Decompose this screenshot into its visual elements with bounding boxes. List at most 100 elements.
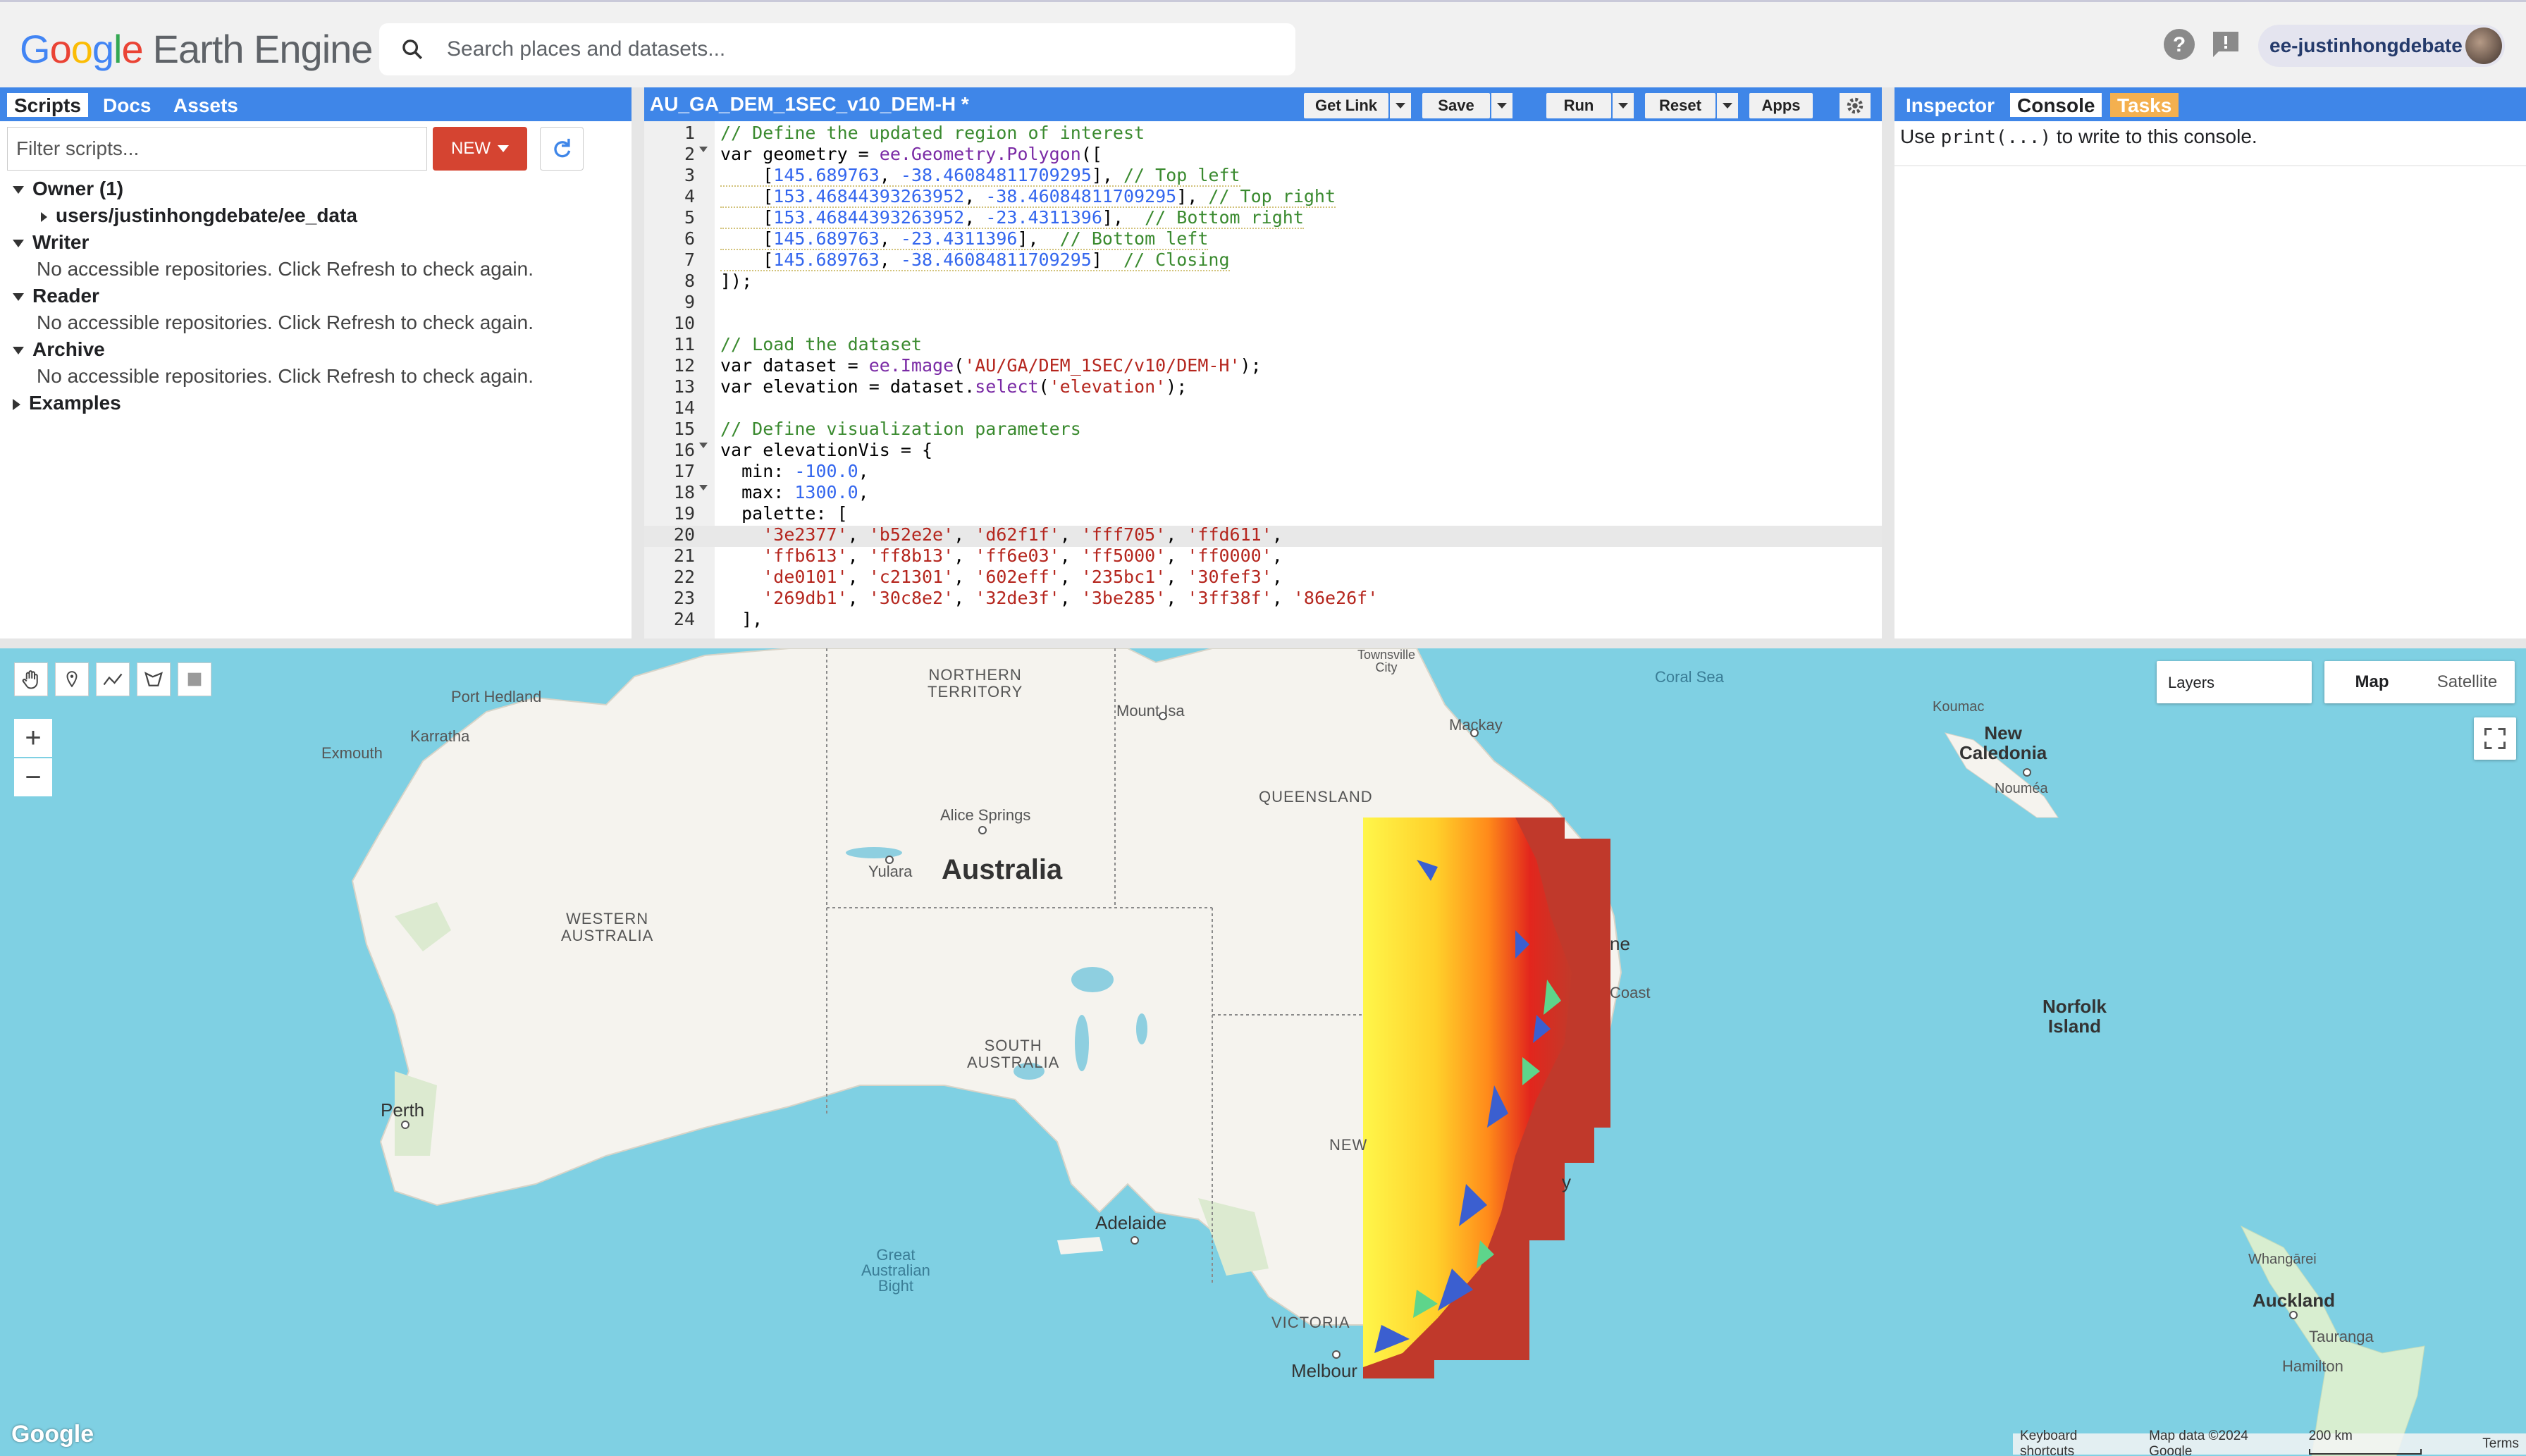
map-label-townsville: Townsville City xyxy=(1357,648,1416,674)
map-label-queensland: QUEENSLAND xyxy=(1259,788,1373,806)
settings-gear-button[interactable] xyxy=(1840,93,1871,118)
line-number: 23 xyxy=(673,588,695,608)
tree-owner[interactable]: Owner (1) xyxy=(13,178,123,200)
tree-repo-ee-data[interactable]: users/justinhongdebate/ee_data xyxy=(41,204,357,227)
tree-archive[interactable]: Archive xyxy=(13,338,105,361)
line-number: 6 xyxy=(684,228,695,249)
help-icon[interactable]: ? xyxy=(2162,27,2196,61)
fold-icon[interactable] xyxy=(699,485,708,491)
map-label-tauranga: Tauranga xyxy=(2309,1328,2374,1345)
terms-link[interactable]: Terms xyxy=(2482,1436,2519,1452)
map-label-australia: Australia xyxy=(942,854,1063,885)
tab-inspector[interactable]: Inspector xyxy=(1899,93,2002,117)
svg-text:?: ? xyxy=(2173,33,2186,56)
map-label-norfolk-island: Norfolk Island xyxy=(2043,996,2107,1037)
get-link-button[interactable]: Get Link xyxy=(1304,93,1388,118)
run-button[interactable]: Run xyxy=(1546,93,1611,118)
lake-amadeus xyxy=(846,847,902,858)
refresh-button[interactable] xyxy=(540,127,584,171)
expand-icon xyxy=(13,293,24,302)
earth-engine-logo[interactable]: Google Earth Engine xyxy=(20,26,373,72)
get-link-dropdown[interactable] xyxy=(1390,93,1411,118)
code-line: max: 1300.0, xyxy=(720,482,869,502)
collapsed-icon xyxy=(13,398,20,410)
run-dropdown[interactable] xyxy=(1613,93,1634,118)
map-label-sydney: y xyxy=(1562,1171,1571,1192)
save-dropdown[interactable] xyxy=(1491,93,1512,118)
scripts-panel: NEW Owner (1) users/justinhongdebate/ee_… xyxy=(0,121,632,638)
divider xyxy=(1894,165,2526,166)
line-number: 18 xyxy=(673,482,695,502)
tab-scripts[interactable]: Scripts xyxy=(7,93,88,117)
new-button[interactable]: NEW xyxy=(433,127,527,171)
chevron-down-icon xyxy=(498,145,509,152)
tree-writer[interactable]: Writer xyxy=(13,231,89,254)
map-label-northern-territory: NORTHERN TERRITORY xyxy=(928,666,1023,701)
line-number: 9 xyxy=(684,292,695,312)
line-number: 20 xyxy=(673,524,695,545)
line-tool-button[interactable] xyxy=(96,662,130,696)
point-tool-button[interactable] xyxy=(55,662,89,696)
tree-examples[interactable]: Examples xyxy=(13,392,121,414)
zoom-in-button[interactable]: + xyxy=(14,719,52,757)
editor-header: AU_GA_DEM_1SEC_v10_DEM-H * Get Link Save… xyxy=(644,87,1882,121)
tab-tasks[interactable]: Tasks xyxy=(2110,93,2179,117)
reset-button[interactable]: Reset xyxy=(1645,93,1715,118)
rectangle-tool-button[interactable] xyxy=(178,662,211,696)
keyboard-shortcuts-link[interactable]: Keyboard shortcuts xyxy=(2020,1429,2135,1456)
polyline-icon xyxy=(103,673,123,686)
map-view[interactable]: NORTHERN TERRITORY QUEENSLAND WESTERN AUST… xyxy=(0,648,2526,1456)
code-line: var dataset = ee.Image('AU/GA/DEM_1SEC/v… xyxy=(720,355,1262,376)
map-label-whangarei: Whangārei xyxy=(2248,1252,2317,1267)
map-canvas xyxy=(351,648,2425,1456)
layers-dropdown[interactable]: Layers xyxy=(2157,661,2312,703)
horizontal-splitter[interactable] xyxy=(0,638,2526,648)
map-label-western-australia: WESTERN AUSTRALIA xyxy=(561,910,654,944)
avatar[interactable] xyxy=(2465,27,2502,64)
line-number: 12 xyxy=(673,355,695,376)
line-number: 13 xyxy=(673,376,695,397)
tab-console[interactable]: Console xyxy=(2010,93,2102,117)
line-number: 10 xyxy=(673,313,695,333)
code-editor[interactable]: 1 2 3 4 5 6 7 8 9 10 11 12 13 14 15 16 17 18 19 20 21 22 23 24 … xyxy=(644,121,1882,638)
console-panel: Use print(...) to write to this console. xyxy=(1894,121,2526,638)
pan-tool-button[interactable] xyxy=(14,662,48,696)
line-number: 7 xyxy=(684,249,695,270)
hand-icon xyxy=(22,670,38,689)
left-panel-header: Scripts Docs Assets xyxy=(0,87,632,121)
code-line: var elevation = dataset.select('elevatio… xyxy=(720,376,1188,397)
search-box[interactable] xyxy=(379,23,1295,75)
line-number: 22 xyxy=(673,567,695,587)
polygon-tool-button[interactable] xyxy=(137,662,171,696)
fold-icon[interactable] xyxy=(699,147,708,152)
save-button[interactable]: Save xyxy=(1422,93,1490,118)
code-line: var geometry = ee.Geometry.Polygon([ xyxy=(720,144,1102,164)
zoom-out-button[interactable]: − xyxy=(14,758,52,796)
map-type-satellite[interactable]: Satellite xyxy=(2420,672,2515,692)
vertical-splitter-right[interactable] xyxy=(1882,87,1894,638)
tab-docs[interactable]: Docs xyxy=(96,93,158,117)
fullscreen-button[interactable] xyxy=(2474,717,2516,760)
code-line: ]); xyxy=(720,271,753,291)
vertical-splitter-left[interactable] xyxy=(632,87,644,638)
reset-dropdown[interactable] xyxy=(1717,93,1738,118)
polygon-icon xyxy=(144,672,163,686)
apps-button[interactable]: Apps xyxy=(1749,93,1813,118)
map-label-coral-sea: Coral Sea xyxy=(1655,668,1724,686)
code-line: [145.689763, -38.46084811709295], // Top… xyxy=(720,165,1240,187)
tab-assets[interactable]: Assets xyxy=(166,93,245,117)
filter-scripts-input[interactable] xyxy=(7,127,427,171)
map-label-mount-isa: Mount Isa xyxy=(1116,702,1185,720)
gear-icon xyxy=(1847,97,1863,114)
search-input[interactable] xyxy=(447,37,1222,61)
feedback-icon[interactable] xyxy=(2209,27,2243,61)
map-label-nsw: NEW xyxy=(1329,1136,1368,1154)
fold-icon[interactable] xyxy=(699,443,708,448)
lake-frome xyxy=(1136,1013,1147,1044)
tree-reader[interactable]: Reader xyxy=(13,285,99,307)
line-number: 14 xyxy=(673,397,695,418)
scale-bar: 200 km xyxy=(2308,1429,2469,1456)
code-line: // Define the updated region of interest xyxy=(720,123,1145,143)
account-chip[interactable]: ee-justinhongdebate xyxy=(2258,25,2505,67)
map-type-map[interactable]: Map xyxy=(2324,672,2420,692)
